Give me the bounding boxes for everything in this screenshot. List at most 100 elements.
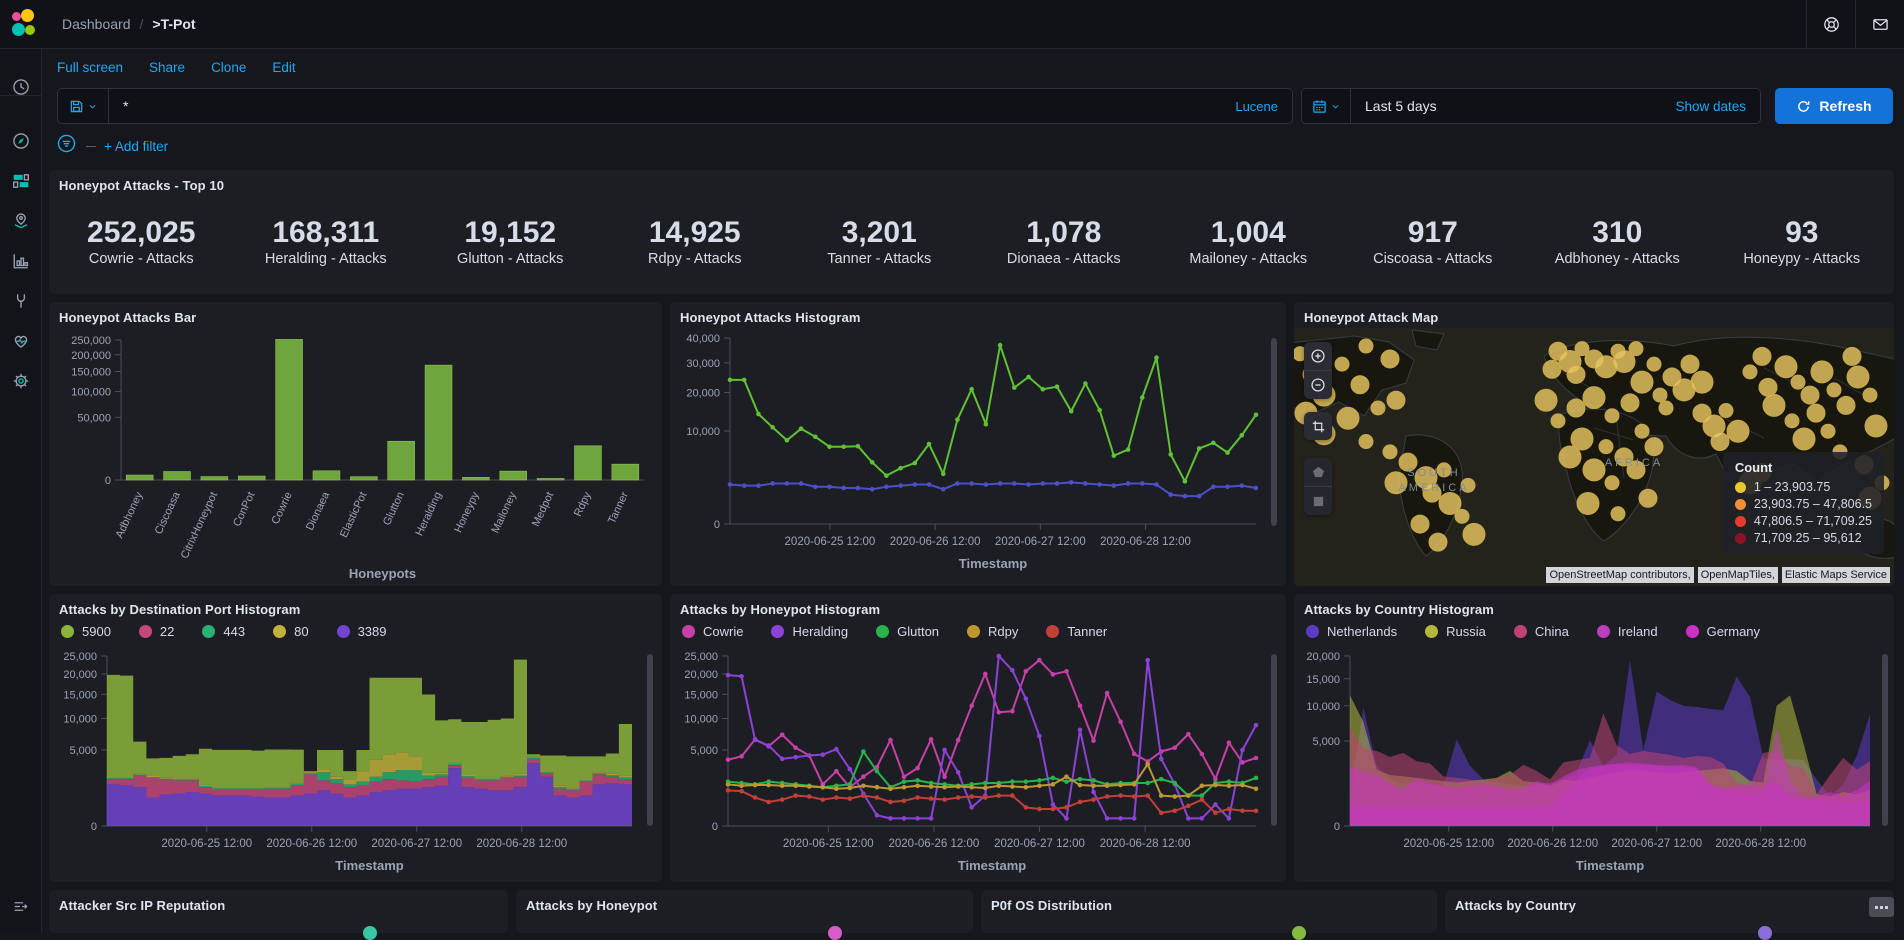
attacks-by-destination-port-chart[interactable]: 05,00010,00015,00020,00025,0002020-06-25… bbox=[49, 650, 662, 882]
show-dates-button[interactable]: Show dates bbox=[1675, 99, 1760, 114]
panel-title: Attacks by Country bbox=[1445, 890, 1894, 913]
sidebar-item-dashboard[interactable] bbox=[0, 160, 41, 202]
chevron-down-icon bbox=[1330, 101, 1341, 112]
panel-attacker-src-ip-reputation: Attacker Src IP Reputation bbox=[49, 890, 508, 933]
legend-item-russia[interactable]: Russia bbox=[1425, 624, 1486, 639]
filter-icon bbox=[57, 134, 76, 153]
panel-scrollbar[interactable] bbox=[1271, 654, 1277, 826]
legend-item-china[interactable]: China bbox=[1514, 624, 1569, 639]
legend-range-label: 47,806.5 – 71,709.25 bbox=[1754, 514, 1872, 528]
legend-label: 22 bbox=[160, 624, 174, 639]
map-attribution-chip[interactable]: OpenStreetMap contributors, bbox=[1546, 567, 1693, 583]
svg-text:20,000: 20,000 bbox=[686, 387, 720, 399]
legend-item-cowrie[interactable]: Cowrie bbox=[682, 624, 743, 639]
time-range-value[interactable]: Last 5 days bbox=[1351, 98, 1675, 114]
metric-label: Rdpy - Attacks bbox=[648, 251, 741, 267]
map-polygon-tool-button[interactable] bbox=[1304, 458, 1332, 486]
toolbar-link-full-screen[interactable]: Full screen bbox=[57, 60, 123, 75]
legend-item-netherlands[interactable]: Netherlands bbox=[1306, 624, 1397, 639]
toolbar-link-edit[interactable]: Edit bbox=[272, 60, 295, 75]
panel-scrollbar[interactable] bbox=[1271, 338, 1277, 526]
attack-map[interactable]: SOUTHAMERICA AFRICA Count 1 – 23,903.752… bbox=[1294, 328, 1894, 586]
map-attribution-chip[interactable]: Elastic Maps Service bbox=[1782, 567, 1890, 583]
legend-item-80[interactable]: 80 bbox=[273, 624, 308, 639]
legend-label: Cowrie bbox=[703, 624, 743, 639]
svg-text:Timestamp: Timestamp bbox=[1576, 858, 1644, 873]
svg-text:0: 0 bbox=[105, 475, 111, 487]
filter-bar: + Add filter bbox=[57, 134, 168, 158]
legend-color-dot bbox=[273, 625, 286, 638]
sidebar-item-visualize[interactable] bbox=[0, 240, 41, 282]
query-input[interactable]: * bbox=[109, 98, 1235, 114]
dev-tools-icon bbox=[12, 292, 30, 310]
legend-item-germany[interactable]: Germany bbox=[1686, 624, 1760, 639]
legend-item-rdpy[interactable]: Rdpy bbox=[967, 624, 1018, 639]
map-zoom-out-button[interactable] bbox=[1304, 370, 1332, 399]
svg-text:CitrixHoneypot: CitrixHoneypot bbox=[179, 490, 220, 560]
newsfeed-button[interactable] bbox=[1855, 0, 1904, 48]
kibana-logo[interactable] bbox=[0, 0, 48, 48]
legend-item-443[interactable]: 443 bbox=[202, 624, 245, 639]
map-label-south-america: SOUTHAMERICA bbox=[1389, 466, 1479, 496]
legend-color-dot bbox=[1425, 625, 1438, 638]
sidebar-item-management[interactable] bbox=[0, 360, 41, 402]
svg-text:Mailoney: Mailoney bbox=[489, 490, 519, 535]
svg-text:10,000: 10,000 bbox=[63, 713, 97, 725]
svg-text:Timestamp: Timestamp bbox=[335, 858, 403, 873]
legend-item-5900[interactable]: 5900 bbox=[61, 624, 111, 639]
svg-text:Heralding: Heralding bbox=[413, 490, 444, 538]
map-select-area-button[interactable] bbox=[1304, 412, 1332, 440]
saved-query-menu-button[interactable] bbox=[58, 89, 109, 123]
sidebar-item-dev-tools[interactable] bbox=[0, 280, 41, 322]
legend-item-heralding[interactable]: Heralding bbox=[771, 624, 848, 639]
map-legend-entry: 1 – 23,903.75 bbox=[1735, 480, 1872, 494]
svg-text:5,000: 5,000 bbox=[690, 745, 718, 757]
honeypot-attacks-histogram-chart[interactable]: 010,00020,00030,00040,0002020-06-25 12:0… bbox=[670, 328, 1286, 586]
add-filter-button[interactable]: + Add filter bbox=[104, 139, 168, 154]
map-zoom-controls bbox=[1304, 342, 1332, 399]
legend-item-tanner[interactable]: Tanner bbox=[1046, 624, 1107, 639]
map-attribution-chip[interactable]: OpenMapTiles, bbox=[1698, 567, 1778, 583]
svg-text:2020-06-25 12:00: 2020-06-25 12:00 bbox=[785, 536, 876, 548]
svg-text:2020-06-27 12:00: 2020-06-27 12:00 bbox=[1611, 838, 1702, 850]
help-button[interactable] bbox=[1806, 0, 1855, 48]
visualize-icon bbox=[12, 252, 30, 270]
metric-value: 3,201 bbox=[842, 217, 917, 249]
svg-text:25,000: 25,000 bbox=[63, 651, 97, 663]
svg-text:2020-06-27 12:00: 2020-06-27 12:00 bbox=[371, 838, 462, 850]
collapse-nav-button[interactable] bbox=[0, 885, 41, 927]
legend-color-dot bbox=[967, 625, 980, 638]
map-rectangle-tool-button[interactable] bbox=[1304, 486, 1332, 515]
query-language-button[interactable]: Lucene bbox=[1235, 99, 1292, 114]
attacks-by-country-chart[interactable]: 05,00010,00015,00020,0002020-06-25 12:00… bbox=[1294, 650, 1894, 882]
metric-label: Honeypy - Attacks bbox=[1743, 251, 1860, 267]
svg-text:ElasticPot: ElasticPot bbox=[338, 490, 370, 539]
panel-scrollbar[interactable] bbox=[1882, 654, 1888, 826]
breadcrumb-dashboard[interactable]: Dashboard bbox=[62, 16, 131, 32]
toolbar-link-clone[interactable]: Clone bbox=[211, 60, 246, 75]
metric-label: Dionaea - Attacks bbox=[1007, 251, 1121, 267]
panel-scrollbar[interactable] bbox=[647, 654, 653, 826]
metric-value: 917 bbox=[1408, 217, 1458, 249]
legend-item-22[interactable]: 22 bbox=[139, 624, 174, 639]
sidebar-item-monitoring[interactable] bbox=[0, 320, 41, 362]
legend-label: Germany bbox=[1707, 624, 1760, 639]
toolbar-link-share[interactable]: Share bbox=[149, 60, 185, 75]
date-quick-menu-button[interactable] bbox=[1302, 89, 1351, 123]
sidebar-item-clock[interactable] bbox=[0, 66, 41, 108]
svg-text:5,000: 5,000 bbox=[1312, 736, 1340, 748]
mail-icon bbox=[1872, 16, 1889, 33]
honeypot-attacks-bar-chart[interactable]: 050,000100,000150,000200,000250,000Honey… bbox=[49, 328, 662, 586]
sidebar-item-discover[interactable] bbox=[0, 120, 41, 162]
legend-item-glutton[interactable]: Glutton bbox=[876, 624, 939, 639]
svg-text:2020-06-25 12:00: 2020-06-25 12:00 bbox=[783, 838, 874, 850]
map-zoom-in-button[interactable] bbox=[1304, 342, 1332, 370]
panel-options-button[interactable] bbox=[1869, 897, 1894, 917]
attacks-by-honeypot-chart[interactable]: 05,00010,00015,00020,00025,0002020-06-25… bbox=[670, 650, 1286, 882]
legend-item-3389[interactable]: 3389 bbox=[337, 624, 387, 639]
legend-item-ireland[interactable]: Ireland bbox=[1597, 624, 1658, 639]
svg-text:Timestamp: Timestamp bbox=[958, 858, 1026, 873]
refresh-button[interactable]: Refresh bbox=[1775, 88, 1893, 124]
sidebar-item-maps[interactable] bbox=[0, 200, 41, 242]
filter-menu-button[interactable] bbox=[57, 134, 76, 158]
